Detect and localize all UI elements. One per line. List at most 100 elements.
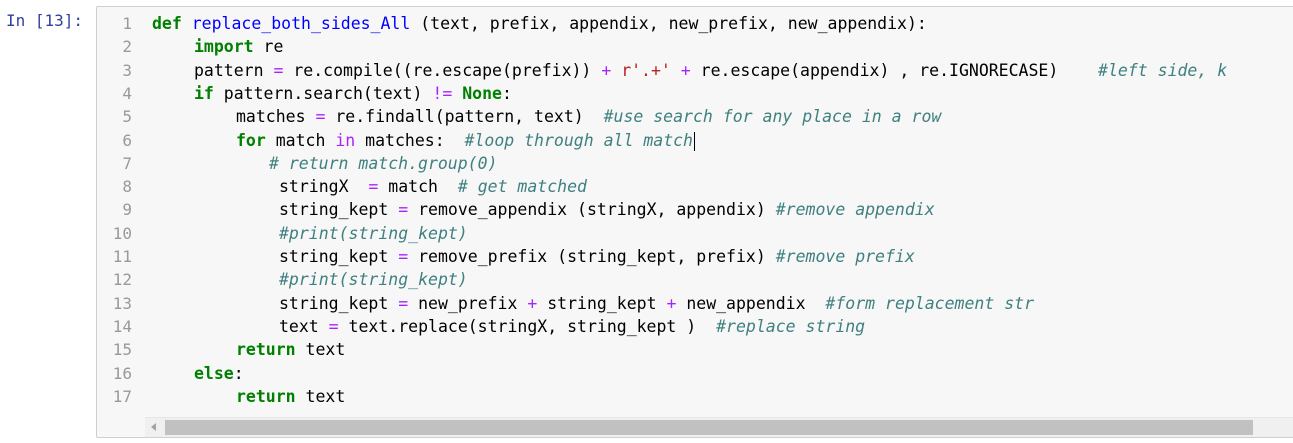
code-text[interactable]: import re bbox=[194, 35, 283, 58]
code-line[interactable]: 17 return text bbox=[97, 385, 1293, 408]
code-line[interactable]: 14 text = text.replace(stringX, string_ke… bbox=[97, 315, 1293, 338]
code-token: #print(string_kept) bbox=[279, 270, 468, 290]
code-token: new_prefix bbox=[408, 293, 528, 313]
code-token: text bbox=[295, 386, 346, 406]
code-line[interactable]: 9 string_kept = remove_appendix (stringX,… bbox=[97, 198, 1293, 221]
code-line[interactable]: 2 import re bbox=[97, 35, 1293, 58]
code-token: # return match.group(0) bbox=[269, 153, 498, 173]
code-token: def bbox=[152, 14, 182, 33]
code-text[interactable]: stringX = match # get matched bbox=[279, 175, 587, 198]
code-token: = bbox=[328, 316, 339, 336]
code-line[interactable]: 16 else: bbox=[97, 362, 1293, 385]
code-line[interactable]: 11 string_kept = remove_prefix (string_ke… bbox=[97, 245, 1293, 268]
line-number: 1 bbox=[122, 14, 132, 33]
line-number: 9 bbox=[122, 200, 132, 220]
code-token: re bbox=[253, 37, 284, 57]
code-text[interactable]: string_kept = new_prefix + string_kept +… bbox=[279, 292, 1034, 315]
line-number: 5 bbox=[122, 107, 132, 127]
code-line[interactable]: 3 pattern = re.compile((re.escape(prefix)… bbox=[97, 59, 1293, 82]
code-token: #print(string_kept) bbox=[279, 223, 468, 243]
line-number: 14 bbox=[112, 316, 132, 336]
code-text[interactable]: string_kept = remove_appendix (stringX, … bbox=[279, 198, 935, 221]
line-number: 3 bbox=[122, 60, 132, 80]
code-token: pattern.search(text) bbox=[213, 83, 433, 103]
code-token: re.findall(pattern, text) bbox=[325, 107, 604, 127]
line-number: 7 bbox=[122, 153, 132, 173]
code-token: #left side, k bbox=[1098, 60, 1228, 80]
code-token: remove_prefix (string_kept, prefix) bbox=[408, 247, 776, 266]
code-token: text bbox=[295, 340, 346, 360]
code-line[interactable]: 12 #print(string_kept) bbox=[97, 268, 1293, 291]
horizontal-scrollbar[interactable] bbox=[145, 417, 1293, 437]
code-line[interactable]: 15 return text bbox=[97, 338, 1293, 361]
code-token: = bbox=[368, 177, 379, 197]
code-line[interactable]: 7 # return match.group(0) bbox=[97, 152, 1293, 175]
code-text[interactable]: def replace_both_sides_All (text, prefix… bbox=[152, 12, 927, 35]
code-token: #use search for any place in a row bbox=[603, 107, 942, 127]
code-text[interactable]: #print(string_kept) bbox=[279, 268, 468, 291]
code-text[interactable]: else: bbox=[194, 362, 244, 385]
code-token: + bbox=[601, 60, 612, 80]
code-token: = bbox=[398, 293, 409, 313]
line-number: 12 bbox=[112, 270, 132, 290]
code-text[interactable]: text = text.replace(stringX, string_kept… bbox=[279, 315, 865, 338]
code-text[interactable]: if pattern.search(text) != None: bbox=[194, 82, 512, 105]
code-text[interactable]: #print(string_kept) bbox=[279, 222, 468, 245]
code-token: + bbox=[527, 293, 538, 313]
code-token: string_kept bbox=[279, 200, 399, 220]
code-token: re.escape(appendix) , re.IGNORECASE) bbox=[690, 60, 1099, 80]
code-text[interactable]: # return match.group(0) bbox=[269, 152, 497, 175]
line-number: 16 bbox=[112, 363, 132, 383]
code-line[interactable]: 5 matches = re.findall(pattern, text) #us… bbox=[97, 105, 1293, 128]
code-token: match bbox=[378, 177, 458, 197]
code-token: #replace string bbox=[716, 316, 866, 336]
input-prompt: In [13]: bbox=[6, 11, 84, 30]
code-token: (text, prefix, appendix, new_prefix, new… bbox=[410, 14, 927, 33]
code-token: matches: bbox=[355, 130, 465, 150]
code-token: match bbox=[265, 130, 336, 150]
code-token: #loop through all match bbox=[464, 130, 693, 150]
line-number: 8 bbox=[122, 177, 132, 197]
line-number: 13 bbox=[112, 293, 132, 313]
code-token: text bbox=[279, 316, 329, 336]
code-text[interactable]: matches = re.findall(pattern, text) #use… bbox=[236, 105, 941, 128]
code-text[interactable]: string_kept = remove_prefix (string_kept… bbox=[279, 245, 915, 268]
code-line[interactable]: 10 #print(string_kept) bbox=[97, 222, 1293, 245]
code-token: = bbox=[315, 107, 326, 127]
code-token: #remove prefix bbox=[775, 247, 915, 266]
code-token: #form replacement str bbox=[825, 293, 1035, 313]
code-token: for bbox=[236, 130, 266, 150]
text-cursor bbox=[694, 131, 695, 151]
code-token: return bbox=[236, 386, 296, 406]
code-line[interactable]: 6 for match in matches: #loop through all… bbox=[97, 129, 1293, 152]
code-text[interactable]: pattern = re.compile((re.escape(prefix))… bbox=[194, 59, 1227, 82]
scrollbar-thumb[interactable] bbox=[165, 420, 1253, 435]
code-token: string_kept bbox=[537, 293, 667, 313]
code-token: = bbox=[398, 247, 409, 266]
code-line[interactable]: 13 string_kept = new_prefix + string_kept… bbox=[97, 292, 1293, 315]
code-token: import bbox=[194, 37, 254, 57]
code-token: : bbox=[501, 83, 512, 103]
line-number: 15 bbox=[112, 340, 132, 360]
code-token: + bbox=[666, 293, 677, 313]
code-token: if bbox=[194, 83, 214, 103]
code-token: = bbox=[398, 200, 409, 220]
code-text[interactable]: for match in matches: #loop through all … bbox=[236, 129, 695, 152]
code-token: None bbox=[462, 83, 502, 103]
code-line[interactable]: 8 stringX = match # get matched bbox=[97, 175, 1293, 198]
code-line[interactable]: 4 if pattern.search(text) != None: bbox=[97, 82, 1293, 105]
code-text[interactable]: return text bbox=[236, 338, 345, 361]
line-number: 10 bbox=[112, 223, 132, 243]
code-token: in bbox=[335, 130, 356, 150]
code-token: pattern bbox=[194, 60, 274, 80]
code-line[interactable]: 1 def replace_both_sides_All (text, prefi… bbox=[97, 12, 1293, 35]
code-token: replace_both_sides_All bbox=[191, 14, 411, 33]
scroll-left-arrow-icon[interactable] bbox=[151, 423, 156, 431]
code-token: new_appendix bbox=[676, 293, 826, 313]
code-text[interactable]: return text bbox=[236, 385, 345, 408]
code-cell[interactable]: 1 def replace_both_sides_All (text, prefi… bbox=[96, 6, 1293, 438]
